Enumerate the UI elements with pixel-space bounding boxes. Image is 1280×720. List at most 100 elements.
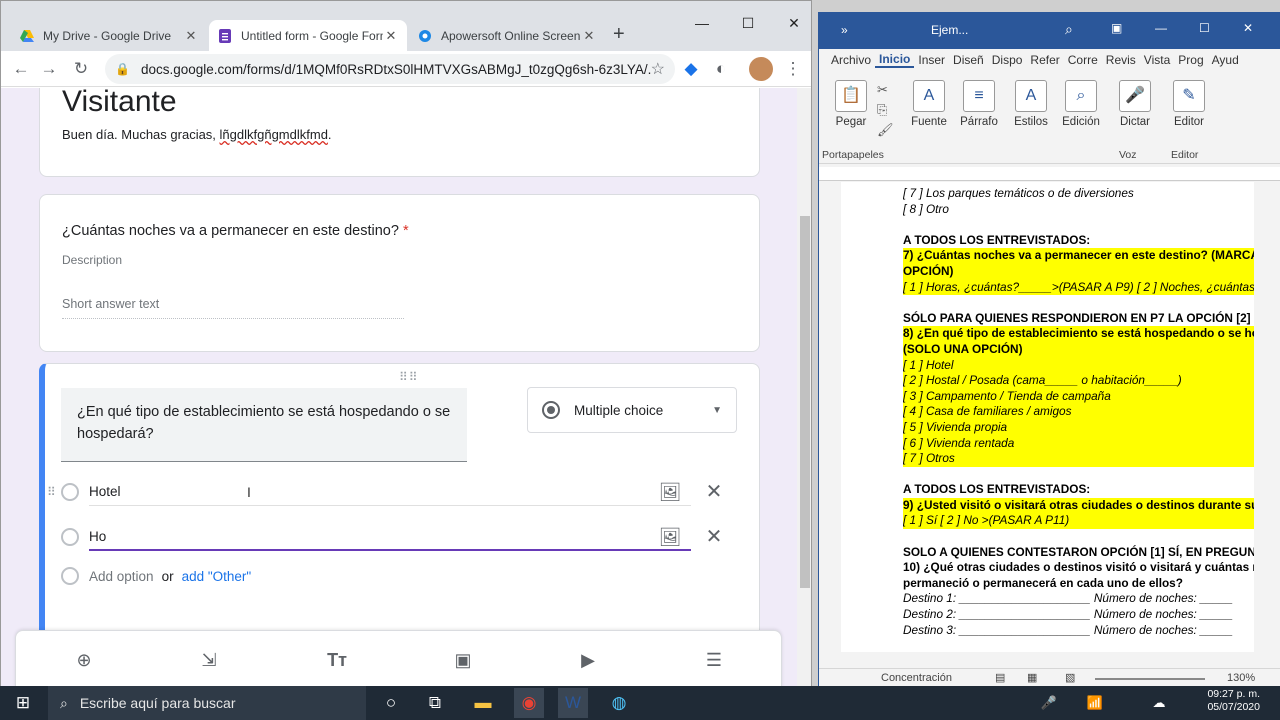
chrome-taskbar-icon[interactable]: ◉ xyxy=(514,688,544,718)
add-image-icon[interactable]: 🖼 xyxy=(657,479,683,505)
tab-inicio[interactable]: Inicio xyxy=(875,52,915,68)
back-icon[interactable]: ← xyxy=(7,55,35,83)
question-title-input[interactable]: ¿En qué tipo de establecimiento se está … xyxy=(61,388,467,462)
remove-option-icon[interactable]: ✕ xyxy=(701,479,727,505)
extension-circle-icon[interactable]: ◐ xyxy=(707,55,735,83)
add-option-link[interactable]: Add option xyxy=(89,569,154,584)
apowersoft-taskbar-icon[interactable]: ◍ xyxy=(604,688,634,718)
maximize-icon[interactable]: ☐ xyxy=(1199,21,1210,35)
close-window-icon[interactable]: ✕ xyxy=(771,9,811,37)
option-row-1[interactable]: Hotel xyxy=(61,477,691,507)
font-button[interactable]: A Fuente xyxy=(905,80,953,128)
editing-button[interactable]: ⌕ Edición xyxy=(1057,80,1105,128)
tab-insertar[interactable]: Inser xyxy=(914,53,949,67)
tab-correspondencia[interactable]: Corre xyxy=(1064,53,1102,67)
ribbon-display-icon[interactable]: ▣ xyxy=(1111,21,1122,35)
onedrive-icon[interactable]: ☁ xyxy=(1144,688,1174,718)
word-taskbar-icon[interactable]: W xyxy=(558,688,588,718)
add-image-icon[interactable]: 🖼 xyxy=(657,524,683,550)
forward-icon[interactable]: → xyxy=(35,55,63,83)
scrollbar-thumb[interactable] xyxy=(800,216,810,588)
tab-disposicion[interactable]: Dispo xyxy=(988,53,1027,67)
clock[interactable]: 09:27 p. m. 05/07/2020 xyxy=(1207,688,1260,714)
form-title[interactable]: Visitante xyxy=(62,88,177,119)
tab-archivo[interactable]: Archivo xyxy=(819,53,875,67)
close-tab-icon[interactable]: ✕ xyxy=(183,28,199,44)
maximize-icon[interactable]: ☐ xyxy=(725,9,771,37)
format-painter-icon[interactable]: 🖌 xyxy=(877,120,894,140)
cut-icon[interactable]: ✂ xyxy=(877,80,894,100)
add-question-icon[interactable]: ⊕ xyxy=(69,645,99,675)
document-page[interactable]: [ 7 ] Los parques temáticos o de diversi… xyxy=(841,182,1254,652)
close-tab-icon[interactable]: ✕ xyxy=(581,28,597,44)
styles-button[interactable]: A Estilos xyxy=(1007,80,1055,128)
task-view-icon[interactable]: ⧉ xyxy=(420,688,450,718)
tab-vista[interactable]: Vista xyxy=(1140,53,1174,67)
option-row-2[interactable]: Ho xyxy=(61,522,691,552)
windows-start-icon[interactable]: ⊞ xyxy=(8,688,38,718)
tab-diseno[interactable]: Diseñ xyxy=(949,53,988,67)
reload-icon[interactable]: ↻ xyxy=(67,55,95,83)
paste-button[interactable]: 📋 Pegar xyxy=(827,80,875,128)
cortana-icon[interactable]: ○ xyxy=(376,688,406,718)
focus-mode-button[interactable]: Concentración xyxy=(881,672,952,684)
add-other-link[interactable]: add "Other" xyxy=(182,569,252,584)
remove-option-icon[interactable]: ✕ xyxy=(701,524,727,550)
add-title-icon[interactable]: Tт xyxy=(322,645,352,675)
menu-icon[interactable]: ⋮ xyxy=(779,55,807,83)
question-type-dropdown[interactable]: Multiple choice ▼ xyxy=(527,387,737,433)
zoom-slider[interactable] xyxy=(1095,678,1205,680)
styles-label: Estilos xyxy=(1014,116,1048,128)
new-tab-icon[interactable]: + xyxy=(613,23,625,46)
wifi-icon[interactable]: 📶 xyxy=(1080,688,1110,718)
option-input[interactable]: Hotel xyxy=(89,478,691,506)
tab-programador[interactable]: Prog xyxy=(1174,53,1207,67)
document-line: [ 7 ] Los parques temáticos o de diversi… xyxy=(903,186,1134,200)
drag-handle-icon[interactable]: ⠿⠿ xyxy=(399,370,419,384)
read-mode-icon[interactable]: ▤ xyxy=(995,671,1005,684)
bookmark-star-icon[interactable]: ☆ xyxy=(651,59,665,79)
misspelled-text: lñgdlkfgñgmdlkfmd xyxy=(219,127,328,142)
question-type-label: Multiple choice xyxy=(574,402,664,418)
tab-ayuda[interactable]: Ayud xyxy=(1208,53,1243,67)
form-description[interactable]: Buen día. Muchas gracias, lñgdlkfgñgmdlk… xyxy=(62,127,332,142)
avatar[interactable] xyxy=(749,57,773,81)
dictate-button[interactable]: 🎤 Dictar xyxy=(1111,80,1159,128)
microphone-icon[interactable]: 🎤 xyxy=(1034,688,1064,718)
search-icon[interactable]: ⌕ xyxy=(1065,21,1073,38)
tab-untitled-form[interactable]: Untitled form - Google Forms ✕ xyxy=(209,20,407,51)
document-line: Destino 2: ____________________ Número d… xyxy=(903,607,1233,622)
import-questions-icon[interactable]: ⇲ xyxy=(194,645,224,675)
tab-my-drive[interactable]: My Drive - Google Drive ✕ xyxy=(11,20,207,51)
close-tab-icon[interactable]: ✕ xyxy=(383,28,399,44)
file-explorer-icon[interactable]: ▬ xyxy=(468,688,498,718)
paragraph-button[interactable]: ≡ Párrafo xyxy=(955,80,1003,128)
date-text: 05/07/2020 xyxy=(1207,701,1260,713)
address-bar[interactable]: 🔒 docs.google.com/forms/d/1MQMf0RsRDtxS0… xyxy=(105,54,675,84)
add-video-icon[interactable]: ▶ xyxy=(573,645,603,675)
tab-referencias[interactable]: Refer xyxy=(1026,53,1063,67)
taskbar-search[interactable]: ⌕ Escribe aquí para buscar xyxy=(48,686,366,720)
paste-label: Pegar xyxy=(835,116,867,128)
add-image-icon[interactable]: ▣ xyxy=(448,645,478,675)
add-section-icon[interactable]: ☰ xyxy=(699,645,729,675)
web-layout-icon[interactable]: ▧ xyxy=(1065,671,1075,684)
extension-icon[interactable]: ◆ xyxy=(677,55,705,83)
option-drag-icon[interactable]: ⠿ xyxy=(47,485,56,499)
question-card-nights[interactable]: ¿Cuántas noches va a permanecer en este … xyxy=(39,194,760,352)
quick-access-icon[interactable]: » xyxy=(841,23,848,37)
editor-button[interactable]: ✎ Editor xyxy=(1165,80,1213,128)
minimize-icon[interactable]: — xyxy=(1155,21,1167,35)
minimize-icon[interactable]: — xyxy=(679,9,725,37)
close-window-icon[interactable]: ✕ xyxy=(1243,21,1253,35)
document-text: [ 7 ] Los parques temáticos o de diversi… xyxy=(903,186,1254,638)
page-scrollbar[interactable] xyxy=(797,88,811,686)
print-layout-icon[interactable]: ▦ xyxy=(1027,671,1037,684)
copy-icon[interactable]: ⎘ xyxy=(877,100,894,120)
option-input-active[interactable]: Ho xyxy=(89,523,691,551)
document-line: [ 7 ] Otros xyxy=(903,451,1254,467)
zoom-level[interactable]: 130% xyxy=(1227,672,1255,684)
tab-apowersoft[interactable]: Apowersoft Online Screen Recorder ✕ xyxy=(409,20,605,51)
tab-revisar[interactable]: Revis xyxy=(1102,53,1140,67)
